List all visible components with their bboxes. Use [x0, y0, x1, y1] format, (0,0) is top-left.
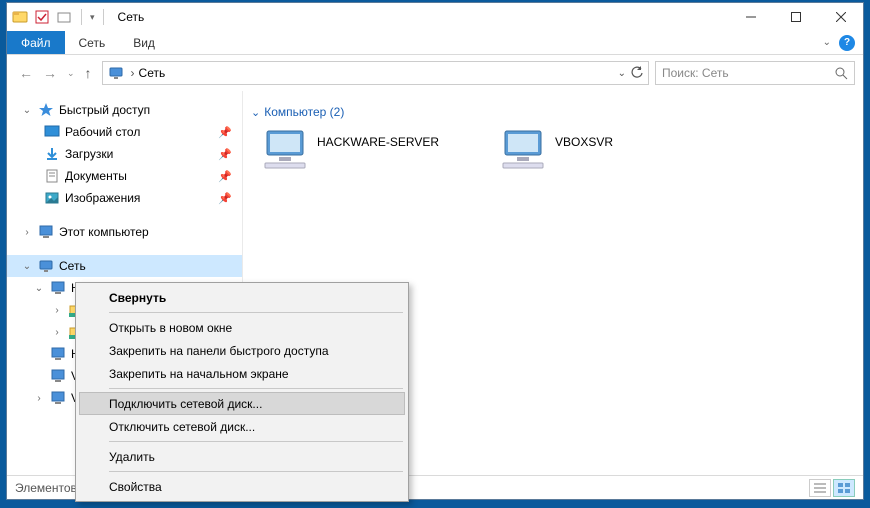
network-icon — [107, 64, 125, 82]
menu-disconnect-drive[interactable]: Отключить сетевой диск... — [79, 415, 405, 438]
ribbon-tab-network[interactable]: Сеть — [65, 31, 120, 54]
desktop-icon — [43, 123, 61, 141]
computer-name: HACKWARE-SERVER — [317, 129, 439, 149]
qat-dropdown-icon[interactable]: ▾ — [90, 12, 95, 23]
menu-open-new-window[interactable]: Открыть в новом окне — [79, 316, 405, 339]
tree-label: Сеть — [59, 259, 86, 273]
tree-network[interactable]: ⌄ Сеть — [7, 255, 242, 277]
pin-icon: 📌 — [218, 126, 232, 139]
chevron-down-icon[interactable]: ⌄ — [21, 261, 33, 272]
menu-separator — [109, 471, 403, 472]
chevron-right-icon[interactable]: › — [51, 305, 63, 316]
pictures-icon — [43, 189, 61, 207]
tree-desktop[interactable]: Рабочий стол 📌 — [7, 121, 242, 143]
computer-icon — [49, 345, 67, 363]
qat-separator-2 — [103, 9, 104, 25]
view-details-button[interactable] — [809, 479, 831, 497]
search-icon — [835, 67, 848, 80]
tree-label: Документы — [65, 169, 127, 183]
group-label: Компьютер (2) — [264, 105, 344, 119]
computer-item[interactable]: VBOXSVR — [499, 129, 613, 171]
menu-separator — [109, 312, 403, 313]
search-placeholder: Поиск: Сеть — [662, 66, 729, 80]
help-icon[interactable]: ? — [839, 35, 855, 51]
new-folder-qat-icon[interactable] — [55, 8, 73, 26]
pin-icon: 📌 — [218, 170, 232, 183]
back-button[interactable]: ← — [19, 65, 33, 81]
chevron-right-icon[interactable]: › — [51, 327, 63, 338]
ribbon-tab-view[interactable]: Вид — [119, 31, 169, 54]
menu-separator — [109, 441, 403, 442]
quick-access-toolbar: ▾ Сеть — [7, 8, 144, 26]
menu-pin-quick-access[interactable]: Закрепить на панели быстрого доступа — [79, 339, 405, 362]
titlebar: ▾ Сеть — [7, 3, 863, 31]
explorer-icon — [11, 8, 29, 26]
chevron-right-icon[interactable]: › — [33, 393, 45, 404]
menu-delete[interactable]: Удалить — [79, 445, 405, 468]
context-menu: Свернуть Открыть в новом окне Закрепить … — [75, 282, 409, 502]
menu-properties[interactable]: Свойства — [79, 475, 405, 498]
window-title: Сеть — [118, 10, 145, 24]
computer-icon — [49, 389, 67, 407]
search-input[interactable]: Поиск: Сеть — [655, 61, 855, 85]
tree-this-pc[interactable]: › Этот компьютер — [7, 221, 242, 243]
nav-arrows: ← → ⌄ ↑ — [15, 65, 96, 81]
address-bar[interactable]: › Сеть ⌄ — [102, 61, 649, 85]
menu-separator — [109, 388, 403, 389]
tree-label: Изображения — [65, 191, 140, 205]
address-chevron[interactable]: › — [131, 66, 135, 80]
computer-name: VBOXSVR — [555, 129, 613, 149]
menu-pin-start[interactable]: Закрепить на начальном экране — [79, 362, 405, 385]
forward-button[interactable]: → — [43, 65, 57, 81]
qat-separator — [81, 9, 82, 25]
address-dropdown-icon[interactable]: ⌄ — [618, 68, 626, 79]
menu-map-network-drive[interactable]: Подключить сетевой диск... — [79, 392, 405, 415]
navigation-bar: ← → ⌄ ↑ › Сеть ⌄ Поиск: Сеть — [7, 55, 863, 91]
chevron-right-icon[interactable]: › — [21, 227, 33, 238]
documents-icon — [43, 167, 61, 185]
computer-icon — [37, 223, 55, 241]
window-controls — [728, 3, 863, 31]
minimize-button[interactable] — [728, 3, 773, 31]
view-icons-button[interactable] — [833, 479, 855, 497]
network-icon — [37, 257, 55, 275]
computer-icon — [261, 129, 309, 171]
group-header-computer[interactable]: ⌄ Компьютер (2) — [249, 101, 857, 129]
computer-icon — [49, 279, 67, 297]
tree-label: Рабочий стол — [65, 125, 140, 139]
computer-list: HACKWARE-SERVER VBOXSVR — [249, 129, 857, 171]
ribbon-expand-icon[interactable]: ⌄ — [823, 37, 831, 48]
tree-downloads[interactable]: Загрузки 📌 — [7, 143, 242, 165]
tree-label: Быстрый доступ — [59, 103, 150, 117]
refresh-button[interactable] — [630, 66, 644, 80]
tree-documents[interactable]: Документы 📌 — [7, 165, 242, 187]
ribbon-tab-file[interactable]: Файл — [7, 31, 65, 54]
computer-icon — [499, 129, 547, 171]
pin-icon: 📌 — [218, 192, 232, 205]
pin-icon: 📌 — [218, 148, 232, 161]
address-path[interactable]: Сеть — [139, 66, 166, 80]
close-button[interactable] — [818, 3, 863, 31]
tree-label: Этот компьютер — [59, 225, 149, 239]
computer-item[interactable]: HACKWARE-SERVER — [261, 129, 439, 171]
tree-pictures[interactable]: Изображения 📌 — [7, 187, 242, 209]
star-icon — [37, 101, 55, 119]
recent-dropdown-icon[interactable]: ⌄ — [67, 68, 75, 79]
properties-qat-icon[interactable] — [33, 8, 51, 26]
downloads-icon — [43, 145, 61, 163]
computer-icon — [49, 367, 67, 385]
maximize-button[interactable] — [773, 3, 818, 31]
view-switcher — [809, 479, 855, 497]
ribbon-tabs: Файл Сеть Вид ⌄ ? — [7, 31, 863, 55]
menu-collapse[interactable]: Свернуть — [79, 286, 405, 309]
tree-label: Загрузки — [65, 147, 113, 161]
chevron-down-icon[interactable]: ⌄ — [33, 283, 45, 294]
chevron-down-icon[interactable]: ⌄ — [251, 106, 260, 119]
tree-quick-access[interactable]: ⌄ Быстрый доступ — [7, 99, 242, 121]
up-button[interactable]: ↑ — [85, 65, 92, 81]
chevron-down-icon[interactable]: ⌄ — [21, 105, 33, 116]
